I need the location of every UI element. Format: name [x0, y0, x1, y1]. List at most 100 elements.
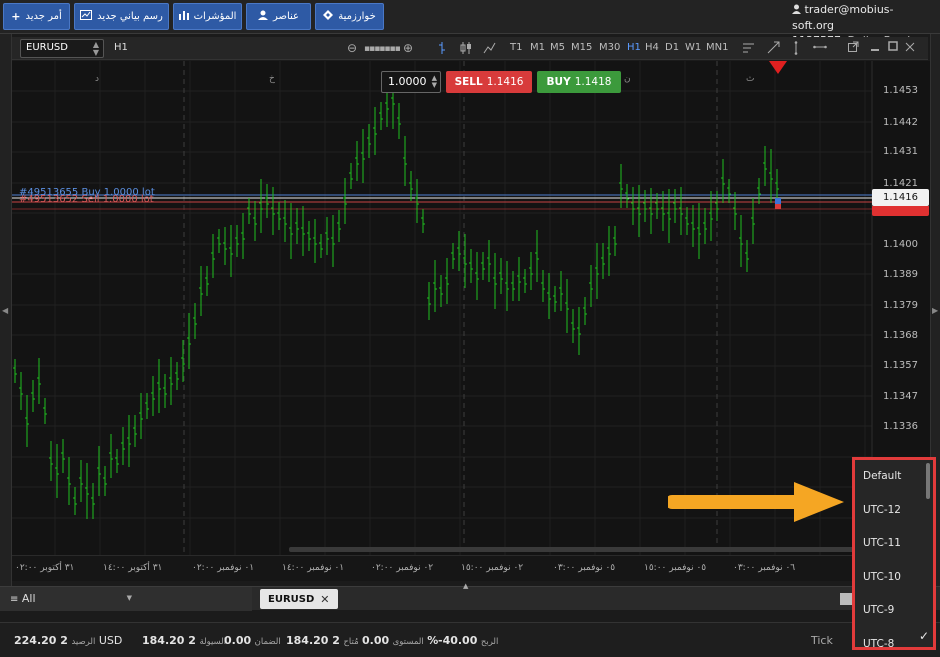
quantity-input[interactable]: 1.0000 ▲ ▼ — [381, 71, 441, 93]
sell-order-line-label[interactable]: #49513652 Sell 1.0000 lot — [19, 194, 154, 205]
position-marker-icon — [769, 61, 787, 74]
timezone-option-utc-10[interactable]: UTC-10 — [855, 561, 933, 595]
timeframe-m30[interactable]: M30 — [599, 42, 620, 53]
chart-icon — [80, 10, 93, 23]
dropdown-scrollbar[interactable] — [926, 463, 930, 499]
timezone-option-utc-9[interactable]: UTC-9 — [855, 594, 933, 628]
panel-toggle-icon[interactable]: ▲ — [463, 582, 468, 590]
margin-level: 0.00 المستوى % — [362, 634, 439, 647]
chart-settings-icon[interactable] — [742, 41, 755, 57]
user-icon — [792, 3, 801, 18]
close-tab-icon[interactable]: ✕ — [320, 593, 329, 606]
date-tick: ٠٢ نوفمبر ٠٢:٠٠ — [371, 563, 434, 573]
timeframe-d1[interactable]: D1 — [665, 42, 679, 53]
date-tick: ٠٢ نوفمبر ١٥:٠٠ — [461, 563, 524, 573]
trading-app: + أمر جديد رسم بياني جديد المؤشرات عناصر — [0, 0, 940, 657]
day-marker: د — [95, 74, 100, 84]
symbol-filter-dropdown[interactable]: ≡ All ▼ — [0, 587, 252, 611]
margin: 0.00 الضمان — [224, 634, 281, 647]
day-marker: خ — [269, 74, 275, 84]
plus-icon: + — [11, 10, 21, 23]
timeframe-h1[interactable]: H1 — [627, 42, 641, 53]
tab-eurusd[interactable]: EURUSD ✕ — [260, 589, 338, 609]
equity: 184.20 2 السيولة — [142, 634, 227, 647]
date-tick: ٠١ نوفمبر ١٤:٠٠ — [282, 563, 345, 573]
price-tick: 1.1431 — [883, 146, 918, 157]
date-axis: ٣١ أكتوبر ٠٢:٠٠ ٣١ أكتوبر ١٤:٠٠ ٠١ نوفمب… — [12, 555, 872, 581]
profit: -40.00 الربح — [438, 634, 499, 647]
chart-header: EURUSD ▲ ▼ H1 ⊖ ▪▪▪▪▪▪▪ ⊕ T1 M1 M5 M15 M3… — [12, 37, 928, 60]
timezone-option-utc-12[interactable]: UTC-12 — [855, 494, 933, 528]
main-toolbar: + أمر جديد رسم بياني جديد المؤشرات عناصر — [0, 0, 940, 47]
line-chart-icon[interactable] — [483, 41, 496, 58]
price-tick: 1.1421 — [883, 178, 918, 189]
new-order-button[interactable]: + أمر جديد — [3, 3, 70, 30]
minimize-icon[interactable] — [870, 41, 880, 55]
zoom-out-icon[interactable]: ⊖ — [347, 41, 357, 55]
current-price-label: 1.1416 — [872, 189, 929, 206]
vertical-line-icon[interactable] — [792, 41, 800, 58]
timeframe-m1[interactable]: M1 — [530, 42, 545, 53]
timezone-option-utc-11[interactable]: UTC-11 — [855, 527, 933, 561]
current-bar-marker — [775, 198, 781, 204]
timezone-option-default[interactable]: Default — [855, 460, 933, 494]
maximize-icon[interactable] — [888, 41, 898, 55]
timeframe-label: H1 — [114, 42, 128, 53]
expand-right-icon[interactable]: ▶ — [932, 306, 938, 315]
price-tick: 1.1368 — [883, 330, 918, 341]
timeframe-m15[interactable]: M15 — [571, 42, 592, 53]
day-marker: ث — [746, 74, 755, 84]
buy-button[interactable]: BUY 1.1418 — [537, 71, 621, 93]
expand-left-icon[interactable]: ◀ — [2, 306, 8, 315]
algorithm-button[interactable]: خوارزمية — [315, 3, 384, 30]
objects-button[interactable]: عناصر — [246, 3, 311, 30]
sell-price-tag — [872, 206, 929, 216]
date-tick: ٣١ أكتوبر ٠٢:٠٠ — [15, 563, 75, 573]
annotation-arrow-icon — [668, 482, 844, 522]
price-tick: 1.1442 — [883, 117, 918, 128]
candlestick-icon[interactable] — [460, 41, 472, 58]
sell-button[interactable]: SELL 1.1416 — [446, 71, 532, 93]
bottom-tabs-bar: ▲ ≡ All ▼ EURUSD ✕ — [0, 582, 940, 611]
bars-icon — [178, 10, 189, 23]
timeframe-w1[interactable]: W1 — [685, 42, 701, 53]
date-tick: ٠٦ نوفمبر ٠٣:٠٠ — [733, 563, 796, 573]
updown-icon[interactable]: ▲ ▼ — [432, 75, 437, 89]
layout-icon[interactable] — [840, 593, 852, 605]
price-tick: 1.1347 — [883, 391, 918, 402]
zoom-in-icon[interactable]: ⊕ — [403, 41, 413, 55]
timeframe-t1[interactable]: T1 — [510, 42, 522, 53]
date-tick: ٣١ أكتوبر ١٤:٠٠ — [103, 563, 163, 573]
balance: 224.20 2 الرصيد USD — [14, 634, 123, 647]
timeframe-h4[interactable]: H4 — [645, 42, 659, 53]
new-chart-button[interactable]: رسم بياني جديد — [74, 3, 169, 30]
day-marker: ن — [624, 74, 631, 84]
horizontal-line-icon[interactable] — [813, 41, 827, 56]
zoom-slider[interactable]: ▪▪▪▪▪▪▪ — [364, 42, 401, 56]
current-bar-marker — [775, 204, 781, 209]
diamond-icon — [323, 10, 334, 23]
left-panel-strip[interactable]: ◀ — [0, 34, 12, 590]
timezone-dropdown[interactable]: Default UTC-12 UTC-11 UTC-10 UTC-9 UTC-8… — [852, 457, 936, 650]
close-icon[interactable] — [905, 41, 915, 55]
price-tick: 1.1379 — [883, 300, 918, 311]
chart-scrollbar — [289, 547, 874, 552]
indicators-button[interactable]: المؤشرات — [173, 3, 242, 30]
account-status-bar: 224.20 2 الرصيد USD 184.20 2 السيولة 0.0… — [0, 622, 940, 657]
date-tick: ٠٥ نوفمبر ١٥:٠٠ — [644, 563, 707, 573]
symbol-selector[interactable]: EURUSD ▲ ▼ — [20, 39, 104, 58]
popout-icon[interactable] — [848, 41, 859, 55]
timeframe-mn1[interactable]: MN1 — [706, 42, 728, 53]
user-icon — [257, 10, 268, 23]
account-email: trader@mobius-soft.org — [792, 3, 894, 32]
trendline-tool-icon[interactable] — [767, 41, 780, 57]
menu-icon: ≡ — [10, 594, 19, 605]
timeframe-m5[interactable]: M5 — [550, 42, 565, 53]
price-tick: 1.1357 — [883, 360, 918, 371]
date-tick: ٠٥ نوفمبر ٠٣:٠٠ — [553, 563, 616, 573]
free-margin: 184.20 2 مُتاح — [286, 634, 359, 647]
price-tick: 1.1336 — [883, 421, 918, 432]
date-tick: ٠١ نوفمبر ٠٢:٠٠ — [192, 563, 255, 573]
bar-chart-icon[interactable] — [437, 41, 447, 58]
tick-mode[interactable]: Tick — [811, 634, 833, 647]
